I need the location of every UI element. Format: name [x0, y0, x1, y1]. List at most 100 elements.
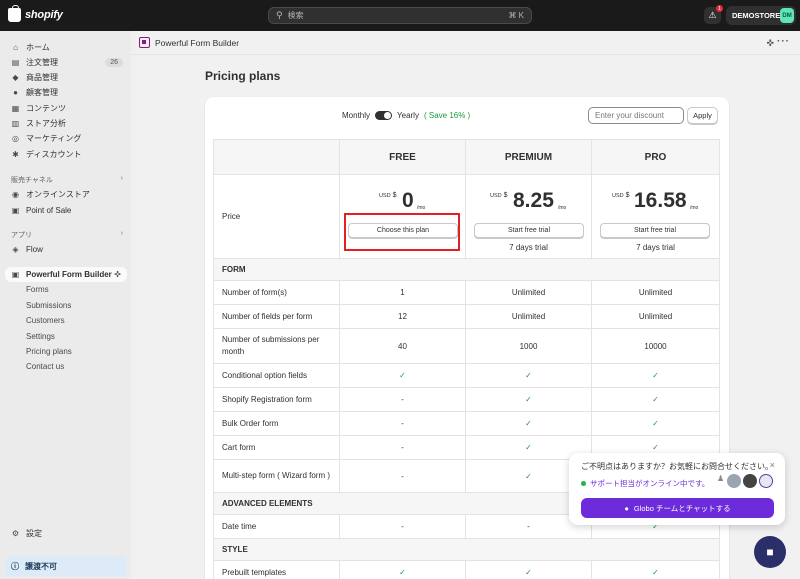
chat-launcher-button[interactable]: ■: [754, 536, 786, 568]
form-builder-app-icon: [139, 37, 150, 48]
feature-value: Unlimited: [591, 280, 720, 305]
sidebar: ⌂ ホーム ▤ 注文管理 26 ◆ 商品管理 ● 顧客管理 ▦ コンテンツ ▥ …: [0, 31, 131, 579]
sidebar-item-flow[interactable]: ◈ Flow: [5, 242, 127, 257]
sidebar-item-form-builder[interactable]: ▣ Powerful Form Builder ✜: [5, 267, 127, 282]
feature-label: Cart form: [213, 435, 340, 460]
feature-row: Prebuilt templates ✓ ✓ ✓: [213, 560, 720, 579]
sidebar-item-label: Powerful Form Builder: [26, 270, 112, 279]
price-label: Price: [213, 174, 340, 259]
price-amount: 0: [402, 189, 414, 212]
empty-header-cell: [213, 139, 340, 175]
pin-icon[interactable]: ✜: [766, 38, 774, 49]
apps-header[interactable]: アプリ ›: [11, 230, 123, 240]
sidebar-item-products[interactable]: ◆ 商品管理: [5, 70, 127, 85]
start-free-trial-button[interactable]: Start free trial: [600, 223, 710, 238]
search-icon: ⚲: [276, 10, 283, 20]
feature-row: Bulk Order form - ✓ ✓: [213, 411, 720, 436]
plan-name-free: FREE: [339, 139, 466, 175]
start-chat-button[interactable]: ● Globo チームとチャットする: [581, 498, 774, 518]
section-title: FORM: [213, 258, 720, 281]
section-title: アプリ: [11, 232, 32, 239]
feature-value: 40: [339, 328, 466, 364]
sidebar-subitem-contact-us[interactable]: Contact us: [26, 362, 64, 371]
apply-button[interactable]: Apply: [687, 107, 718, 124]
feature-label: Multi-step form ( Wizard form ): [213, 459, 340, 493]
section-header-row: FORM: [213, 258, 720, 281]
sidebar-subitem-pricing-plans[interactable]: Pricing plans: [26, 347, 72, 356]
feature-value: -: [339, 435, 466, 460]
start-free-trial-button[interactable]: Start free trial: [474, 223, 584, 238]
feature-value: -: [339, 411, 466, 436]
sales-channels-header[interactable]: 販売チャネル ›: [11, 175, 123, 185]
sidebar-item-analytics[interactable]: ▥ ストア分析: [5, 116, 127, 131]
store-menu-button[interactable]: DEMOSTORE DM: [726, 6, 796, 25]
price-amount: 8.25: [513, 189, 554, 212]
feature-value: -: [339, 514, 466, 539]
yearly-label[interactable]: Yearly: [397, 111, 419, 120]
search-bar[interactable]: ⚲ 検索 ⌘ K: [268, 7, 532, 24]
discount-icon: ✱: [12, 150, 19, 159]
feature-value: Unlimited: [591, 304, 720, 329]
checkmark-icon: ✓: [591, 411, 720, 436]
close-icon[interactable]: ×: [770, 460, 775, 470]
flow-icon: ◈: [12, 245, 19, 254]
orders-count-badge: 26: [105, 58, 123, 67]
online-status-label: サポート担当がオンライン中です。: [590, 479, 710, 488]
sidebar-subitem-customers[interactable]: Customers: [26, 316, 65, 325]
analytics-icon: ▥: [11, 119, 20, 128]
currency-label: USD $: [490, 192, 508, 199]
notifications-button[interactable]: ⚠ 1: [704, 5, 723, 24]
sidebar-item-marketing[interactable]: ◎ マーケティング: [5, 131, 127, 146]
highlight-box: [344, 213, 460, 251]
feature-label: Bulk Order form: [213, 411, 340, 436]
feature-row: Number of form(s) 1 Unlimited Unlimited: [213, 280, 720, 305]
info-icon: ⓘ: [11, 561, 19, 571]
sidebar-subitem-submissions[interactable]: Submissions: [26, 301, 71, 310]
discount-input[interactable]: Enter your discount: [588, 107, 684, 124]
billing-toggle-group: Monthly Yearly ( Save 16% ): [342, 111, 470, 120]
sidebar-item-discounts[interactable]: ✱ ディスカウント: [5, 147, 127, 162]
sidebar-subitem-forms[interactable]: Forms: [26, 285, 49, 294]
chevron-right-icon: ›: [120, 175, 123, 182]
sidebar-item-content[interactable]: ▦ コンテンツ: [5, 101, 127, 116]
app-title: Powerful Form Builder: [155, 37, 240, 48]
currency-label: USD $: [612, 192, 630, 199]
sidebar-item-label: 商品管理: [26, 73, 58, 82]
sidebar-item-orders[interactable]: ▤ 注文管理 26: [5, 55, 127, 70]
price-cell-free: USD $ 0 /mo Choose this plan: [339, 174, 466, 259]
sidebar-item-settings[interactable]: ⚙ 設定: [5, 526, 127, 541]
sidebar-item-online-store[interactable]: ◉ オンラインストア: [5, 187, 127, 202]
feature-value: 10000: [591, 328, 720, 364]
billing-period-toggle[interactable]: [375, 111, 393, 120]
shopify-logo[interactable]: shopify: [8, 5, 63, 22]
monthly-label[interactable]: Monthly: [342, 111, 370, 120]
checkmark-icon: ✓: [591, 560, 720, 579]
sidebar-item-pos[interactable]: ▣ Point of Sale: [5, 203, 127, 218]
sidebar-item-home[interactable]: ⌂ ホーム: [5, 40, 127, 55]
feature-value: 1: [339, 280, 466, 305]
checkmark-icon: ✓: [465, 560, 592, 579]
feature-value: 12: [339, 304, 466, 329]
sidebar-item-label: 設定: [26, 529, 42, 538]
more-options-icon[interactable]: ···: [777, 36, 790, 47]
feature-label: Number of submissions per month: [213, 328, 340, 364]
pin-icon[interactable]: ✜: [114, 270, 121, 279]
checkmark-icon: ✓: [339, 560, 466, 579]
content-icon: ▦: [11, 104, 20, 113]
checkmark-icon: ✓: [591, 363, 720, 388]
checkmark-icon: ✓: [465, 411, 592, 436]
currency-label: USD $: [379, 192, 397, 199]
feature-value: -: [339, 387, 466, 412]
price-amount: 16.58: [634, 189, 687, 212]
store-icon: ◉: [12, 190, 19, 199]
sidebar-item-customers[interactable]: ● 顧客管理: [5, 85, 127, 100]
sidebar-subitem-settings[interactable]: Settings: [26, 332, 55, 341]
chevron-right-icon: ›: [120, 230, 123, 237]
feature-row: Number of fields per form 12 Unlimited Unli…: [213, 304, 720, 329]
notification-count: 1: [716, 5, 723, 12]
chat-question: ご不明点はありますか？お気軽にお問合せください。: [581, 462, 773, 471]
non-transferable-notice[interactable]: ⓘ 譲渡不可: [5, 556, 127, 576]
section-title: STYLE: [213, 538, 720, 561]
feature-value: -: [339, 459, 466, 493]
gear-icon: ⚙: [11, 529, 20, 538]
